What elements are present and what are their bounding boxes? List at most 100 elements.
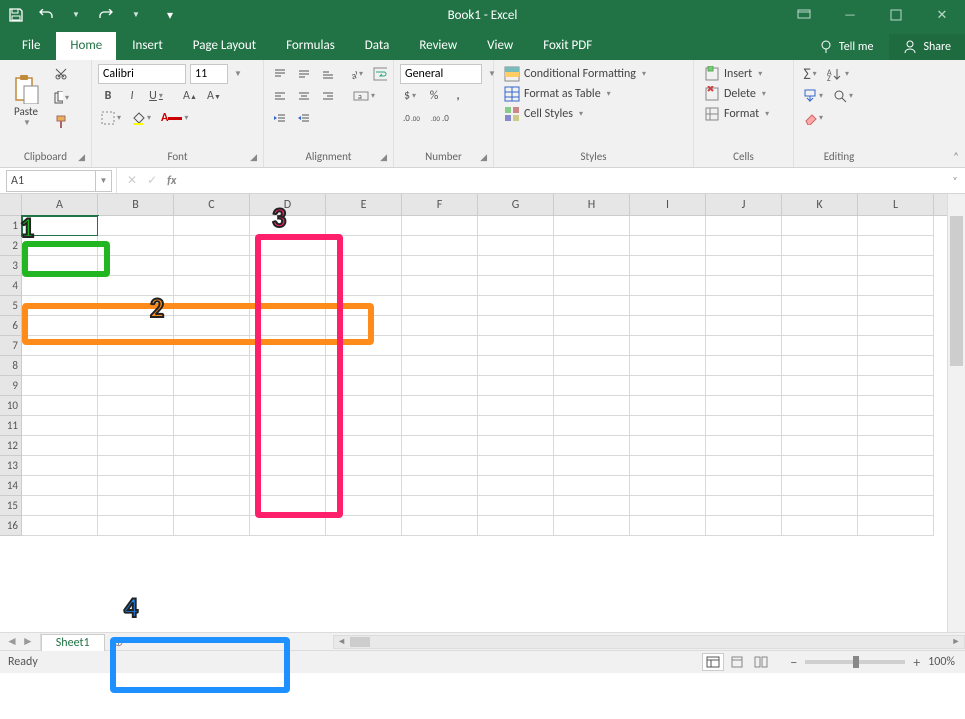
- cancel-formula-icon[interactable]: ✕: [127, 173, 137, 188]
- row-header[interactable]: 1: [0, 216, 22, 236]
- cell[interactable]: [250, 336, 326, 356]
- font-color-button[interactable]: A▾: [158, 108, 191, 128]
- conditional-formatting-button[interactable]: Conditional Formatting▾: [500, 64, 687, 84]
- cell[interactable]: [98, 476, 174, 496]
- column-header[interactable]: G: [478, 194, 554, 215]
- cell[interactable]: [326, 396, 402, 416]
- cell[interactable]: [858, 516, 934, 536]
- cell[interactable]: [174, 336, 250, 356]
- cell[interactable]: [250, 456, 326, 476]
- format-painter-button[interactable]: [50, 112, 72, 132]
- cell[interactable]: [326, 416, 402, 436]
- dialog-launcher-icon[interactable]: ◢: [480, 152, 487, 163]
- fill-button[interactable]: ▾: [800, 86, 826, 106]
- cell[interactable]: [98, 396, 174, 416]
- row-header[interactable]: 8: [0, 356, 22, 376]
- redo-dropdown-icon[interactable]: ▼: [126, 5, 146, 25]
- autosum-button[interactable]: Σ▾: [800, 64, 820, 84]
- cell[interactable]: [706, 236, 782, 256]
- cell[interactable]: [22, 316, 98, 336]
- dialog-launcher-icon[interactable]: ◢: [250, 152, 257, 163]
- cell[interactable]: [478, 476, 554, 496]
- tell-me-search[interactable]: Tell me: [805, 34, 888, 60]
- close-icon[interactable]: ✕: [919, 0, 965, 30]
- font-name-combo[interactable]: [98, 64, 186, 84]
- cell[interactable]: [478, 296, 554, 316]
- cell[interactable]: [706, 316, 782, 336]
- number-format-combo[interactable]: [400, 64, 482, 84]
- cell[interactable]: [98, 236, 174, 256]
- column-header[interactable]: C: [174, 194, 250, 215]
- cut-button[interactable]: [50, 64, 72, 84]
- align-left-button[interactable]: [270, 86, 290, 106]
- cell[interactable]: [98, 276, 174, 296]
- cell[interactable]: [250, 296, 326, 316]
- tab-review[interactable]: Review: [405, 32, 471, 60]
- align-bottom-button[interactable]: [318, 64, 338, 84]
- page-layout-view-button[interactable]: [726, 653, 748, 671]
- format-cells-button[interactable]: Format▾: [700, 104, 787, 124]
- cell[interactable]: [478, 356, 554, 376]
- cell[interactable]: [174, 216, 250, 236]
- align-middle-button[interactable]: [294, 64, 314, 84]
- cell[interactable]: [402, 516, 478, 536]
- zoom-slider-knob[interactable]: [853, 656, 859, 668]
- row-header[interactable]: 12: [0, 436, 22, 456]
- cell[interactable]: [22, 436, 98, 456]
- find-select-button[interactable]: ▾: [830, 86, 856, 106]
- cell[interactable]: [402, 396, 478, 416]
- cell[interactable]: [782, 276, 858, 296]
- cell[interactable]: [858, 336, 934, 356]
- tab-foxit-pdf[interactable]: Foxit PDF: [529, 32, 606, 60]
- cell[interactable]: [706, 496, 782, 516]
- bold-button[interactable]: B: [98, 86, 118, 106]
- cell[interactable]: [22, 236, 98, 256]
- tab-insert[interactable]: Insert: [118, 32, 177, 60]
- cell[interactable]: [22, 216, 98, 236]
- formula-bar-input[interactable]: [186, 170, 945, 192]
- cell[interactable]: [326, 316, 402, 336]
- cell[interactable]: [782, 336, 858, 356]
- cell[interactable]: [22, 476, 98, 496]
- cell[interactable]: [630, 496, 706, 516]
- column-header[interactable]: B: [98, 194, 174, 215]
- cell[interactable]: [22, 336, 98, 356]
- cell[interactable]: [98, 436, 174, 456]
- row-header[interactable]: 11: [0, 416, 22, 436]
- cell[interactable]: [782, 356, 858, 376]
- tab-home[interactable]: Home: [56, 32, 116, 60]
- cell[interactable]: [858, 316, 934, 336]
- cell[interactable]: [250, 236, 326, 256]
- tab-page-layout[interactable]: Page Layout: [179, 32, 270, 60]
- cell[interactable]: [402, 436, 478, 456]
- chevron-down-icon[interactable]: ▼: [95, 171, 111, 191]
- tab-formulas[interactable]: Formulas: [272, 32, 349, 60]
- cell[interactable]: [402, 236, 478, 256]
- decrease-decimal-button[interactable]: .00.0: [428, 108, 452, 128]
- insert-function-icon[interactable]: fx: [167, 174, 176, 188]
- expand-formula-bar-icon[interactable]: ˅: [945, 174, 965, 187]
- cell[interactable]: [478, 316, 554, 336]
- cell[interactable]: [174, 356, 250, 376]
- copy-button[interactable]: ▾: [50, 88, 72, 108]
- format-as-table-button[interactable]: Format as Table▾: [500, 84, 687, 104]
- cell[interactable]: [250, 476, 326, 496]
- row-header[interactable]: 3: [0, 256, 22, 276]
- cell[interactable]: [326, 456, 402, 476]
- cell[interactable]: [478, 396, 554, 416]
- cell[interactable]: [478, 456, 554, 476]
- cell[interactable]: [706, 516, 782, 536]
- row-header[interactable]: 6: [0, 316, 22, 336]
- column-header[interactable]: H: [554, 194, 630, 215]
- cell[interactable]: [98, 416, 174, 436]
- align-right-button[interactable]: [318, 86, 338, 106]
- cell[interactable]: [858, 476, 934, 496]
- sheet-tab-sheet1[interactable]: Sheet1: [41, 634, 105, 651]
- cell[interactable]: [630, 436, 706, 456]
- cell[interactable]: [22, 496, 98, 516]
- cell[interactable]: [174, 256, 250, 276]
- row-header[interactable]: 4: [0, 276, 22, 296]
- scroll-thumb[interactable]: [350, 637, 370, 647]
- orientation-button[interactable]: ab▾: [346, 64, 366, 84]
- cell[interactable]: [706, 416, 782, 436]
